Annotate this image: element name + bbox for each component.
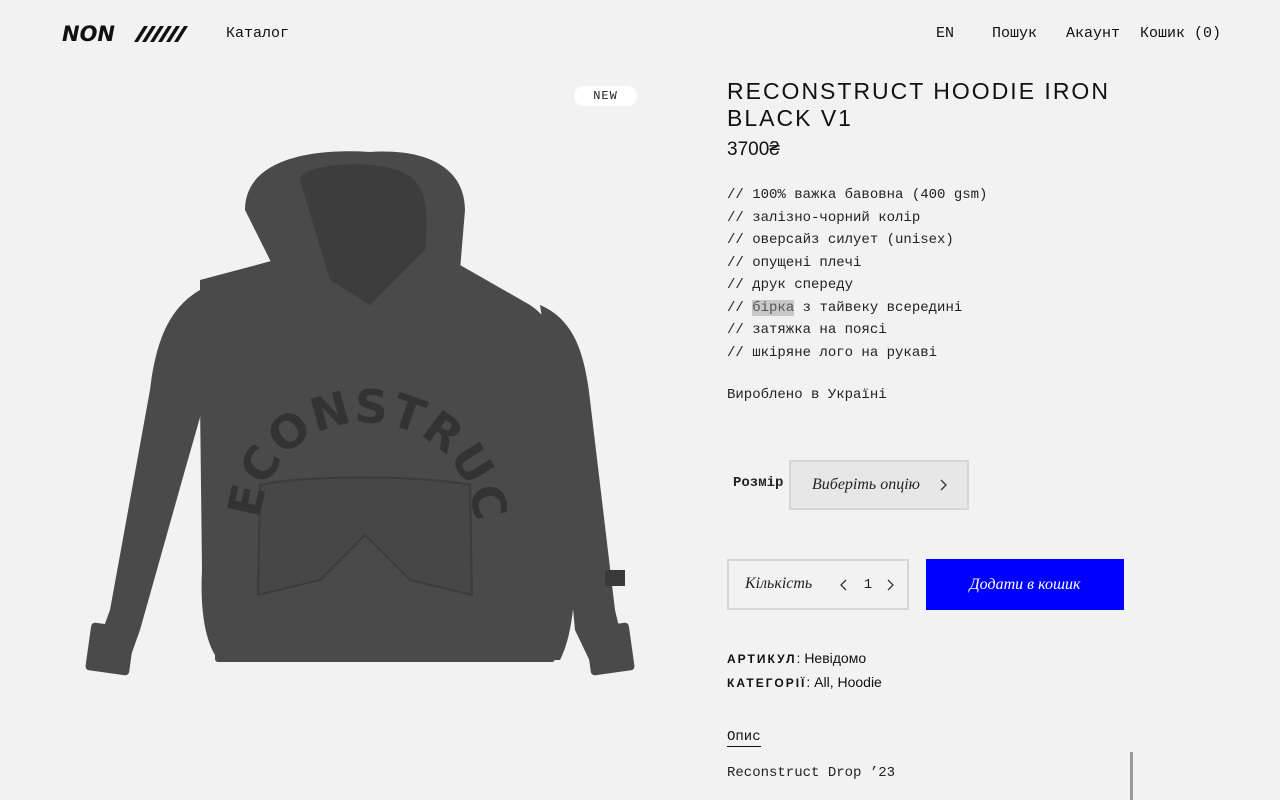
feature-item: // затяжка на поясі: [727, 322, 887, 338]
feature-item: // 100% важка бавовна (400 gsm): [727, 187, 988, 203]
language-switch[interactable]: EN: [936, 25, 954, 42]
chevron-right-icon: [940, 479, 947, 491]
logo-text: NON: [62, 24, 115, 44]
feature-item: // шкіряне лого на рукаві: [727, 344, 938, 361]
feature-list: // 100% важка бавовна (400 gsm) // заліз…: [727, 184, 987, 364]
description-text: Reconstruct Drop ’23: [727, 765, 896, 781]
made-in-label: Вироблено в Україні: [727, 387, 887, 403]
logo[interactable]: NON: [62, 24, 190, 44]
increment-icon[interactable]: [883, 578, 897, 592]
logo-slashes: [134, 26, 188, 42]
feature-suffix: з тайвеку всередині: [794, 299, 963, 316]
size-select[interactable]: Виберіть опцію: [789, 460, 969, 510]
product-title: RECONSTRUCT HOODIE IRON BLACK V1: [727, 78, 1110, 131]
product-image[interactable]: RECONSTRUCT: [70, 140, 650, 700]
product-price: 3700₴: [727, 139, 780, 160]
nav-search-link[interactable]: Пошук: [992, 25, 1037, 42]
feature-item: // залізно-чорний колір: [727, 209, 921, 226]
nav-catalog-link[interactable]: Каталог: [226, 25, 289, 42]
categories-key: КАТЕГОРІЇ: [727, 676, 807, 690]
feature-item: // опущені плечі: [727, 254, 862, 271]
quantity-label: Кількість: [745, 575, 813, 592]
categories-value[interactable]: All, Hoodie: [814, 674, 882, 690]
quantity-stepper: Кількість 1: [727, 559, 909, 610]
sku-key: АРТИКУЛ: [727, 652, 797, 666]
nav-cart-link[interactable]: Кошик (0): [1140, 25, 1221, 42]
feature-prefix: //: [727, 299, 753, 316]
feature-item: // друк спереду: [727, 277, 854, 293]
sku-row: АРТИКУЛ: Невідомо: [727, 650, 867, 666]
nav-account-link[interactable]: Акаунт: [1066, 25, 1120, 42]
feature-item: // оверсайз силует (unisex): [727, 232, 954, 248]
new-badge: NEW: [574, 86, 637, 106]
quantity-input[interactable]: 1: [859, 577, 877, 593]
size-select-placeholder: Виберіть опцію: [812, 476, 920, 493]
scrollbar[interactable]: [1130, 752, 1133, 800]
tab-description[interactable]: Опис: [727, 729, 761, 747]
add-to-cart-button[interactable]: Додати в кошик: [926, 559, 1124, 610]
decrement-icon[interactable]: [837, 578, 851, 592]
feature-item: // бірка з тайвеку всередині: [727, 297, 987, 320]
sku-value: Невідомо: [804, 650, 867, 666]
selected-text-highlight: бірка: [752, 299, 795, 316]
size-label: Розмір: [733, 475, 784, 491]
categories-row: КАТЕГОРІЇ: All, Hoodie: [727, 674, 882, 690]
sleeve-logo-patch: [605, 570, 625, 586]
